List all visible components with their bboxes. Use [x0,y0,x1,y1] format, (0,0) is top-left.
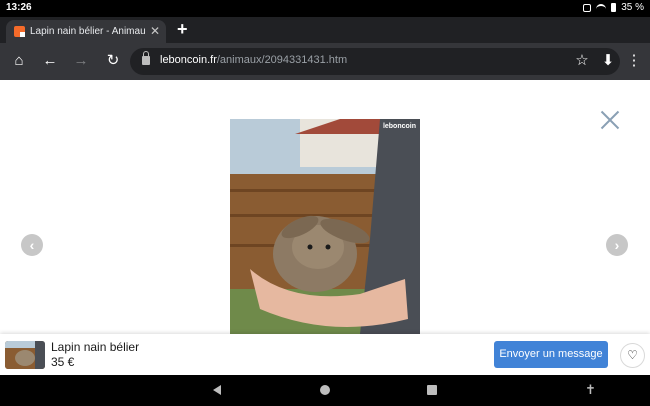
address-bar[interactable]: leboncoin.fr/animaux/2094331431.htm [130,48,620,75]
back-icon[interactable]: ← [41,52,59,70]
leboncoin-favicon-icon [14,26,25,37]
gallery-viewer: ‹ › leboncoin [0,80,650,334]
status-time: 13:26 [6,2,32,13]
url-text[interactable]: leboncoin.fr/animaux/2094331431.htm [160,54,347,66]
status-bar: 13:26 35 % [0,0,650,17]
android-nav-bar: ✝ [0,375,650,406]
ad-title: Lapin nain bélier [51,340,140,354]
send-message-button[interactable]: Envoyer un message [494,341,608,368]
close-gallery-icon[interactable] [598,108,622,132]
rabbit-photo: leboncoin [230,119,420,334]
favorite-heart-icon[interactable]: ♡ [620,343,645,368]
android-home-icon[interactable] [320,385,330,395]
status-icons: 35 % [583,2,644,13]
lock-icon [142,51,150,65]
home-icon[interactable]: ⌂ [10,52,28,70]
android-recents-icon[interactable] [427,385,437,395]
do-not-disturb-icon [583,3,592,12]
url-path: /animaux/2094331431.htm [216,54,348,66]
browser-toolbar: ⌂ ← → ↻ leboncoin.fr/animaux/2094331431.… [0,43,650,80]
tab-close-icon[interactable]: ✕ [150,24,160,38]
reload-icon[interactable]: ↻ [104,52,122,70]
ad-thumbnail[interactable] [5,341,45,369]
tab-title: Lapin nain bélier - Animaux [30,26,145,37]
tab-active[interactable]: Lapin nain bélier - Animaux ✕ [6,20,166,43]
ad-sticky-bar: Lapin nain bélier 35 € Envoyer un messag… [0,334,650,375]
forward-icon[interactable]: → [72,52,90,70]
accessibility-icon[interactable]: ✝ [585,382,596,398]
menu-icon[interactable]: ⋮ [625,52,643,70]
battery-icon [611,3,617,12]
url-host: leboncoin.fr [160,54,217,66]
photo-watermark: leboncoin [382,123,416,130]
new-tab-button[interactable]: + [177,19,188,40]
next-image-button[interactable]: › [606,234,628,256]
wifi-icon [596,4,607,11]
battery-level: 35 % [621,2,644,13]
previous-image-button[interactable]: ‹ [21,234,43,256]
ad-price: 35 € [51,355,75,369]
tab-strip: Lapin nain bélier - Animaux ✕ + [0,17,650,43]
bookmark-star-icon[interactable]: ☆ [573,52,591,70]
android-back-icon[interactable] [213,385,221,395]
ad-thumbnail-illustration [5,341,45,369]
rabbit-photo-illustration [230,119,420,334]
download-icon[interactable]: ⬇ [599,52,617,70]
